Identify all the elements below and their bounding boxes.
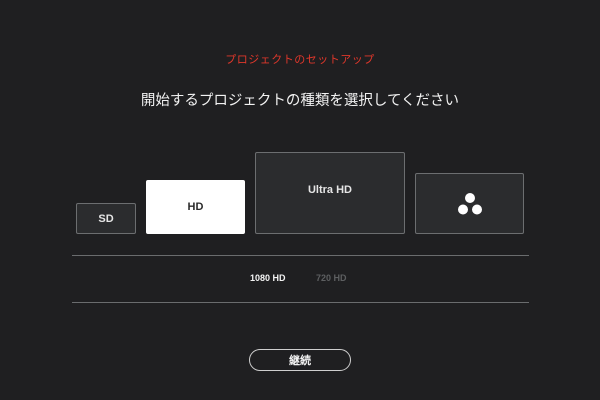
continue-button[interactable]: 継続 xyxy=(249,349,351,371)
project-type-ultra-hd-card[interactable]: Ultra HD xyxy=(255,152,405,234)
project-type-custom-card[interactable] xyxy=(415,173,524,234)
davinci-resolve-logo-icon xyxy=(457,192,482,214)
project-type-sd-label: SD xyxy=(98,212,114,225)
resolution-option-1080-hd[interactable]: 1080 HD xyxy=(250,273,286,283)
page-title: プロジェクトのセットアップ xyxy=(225,53,375,66)
project-type-hd-card[interactable]: HD xyxy=(146,180,245,234)
continue-button-label: 継続 xyxy=(289,354,311,367)
project-type-sd-card[interactable]: SD xyxy=(76,203,136,234)
resolution-option-720-hd[interactable]: 720 HD xyxy=(316,273,347,283)
resolution-divider-bottom xyxy=(72,302,529,303)
page-subtitle: 開始するプロジェクトの種類を選択してください xyxy=(140,93,460,109)
project-type-ultra-hd-label: Ultra HD xyxy=(307,184,352,196)
resolution-divider-top xyxy=(72,255,529,256)
project-type-hd-label: HD xyxy=(187,201,204,213)
